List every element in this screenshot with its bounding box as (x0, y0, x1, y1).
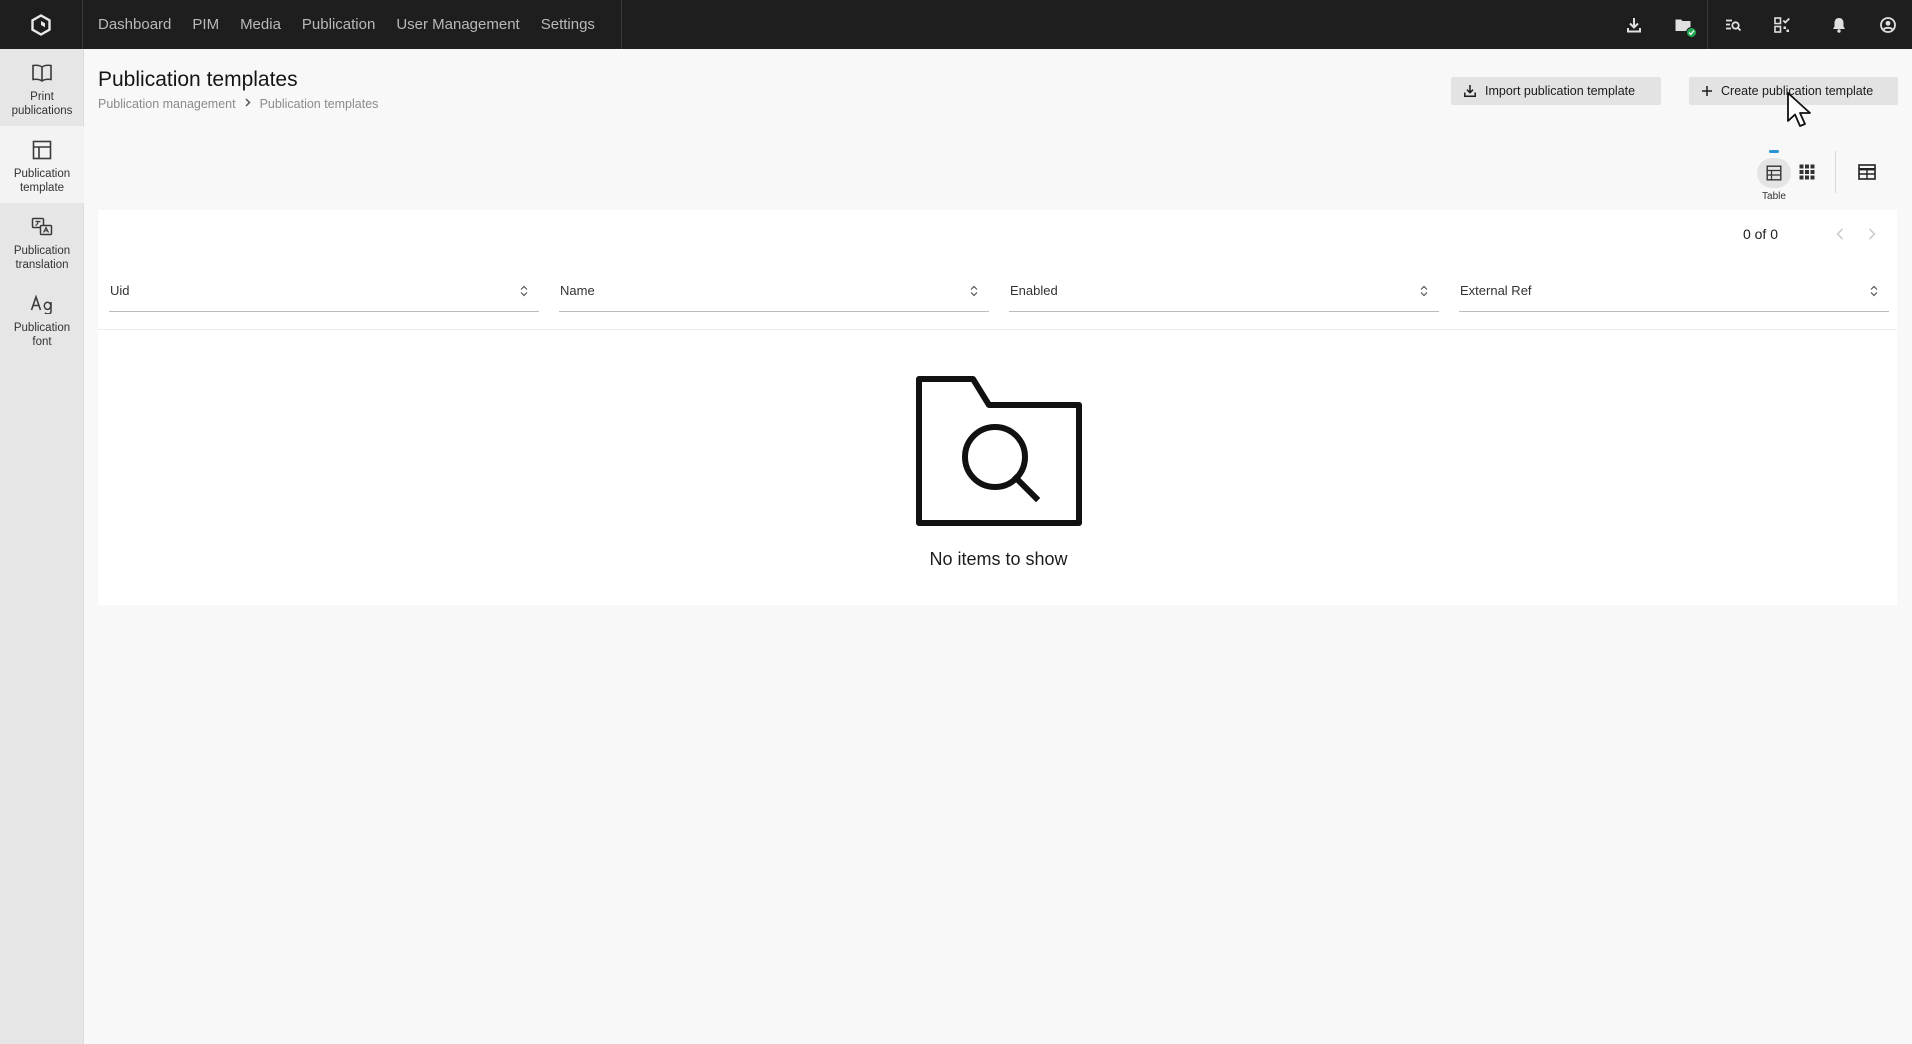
columns-icon (1858, 164, 1876, 180)
sidebar-item-label: Publication template (13, 168, 71, 194)
chevron-left-icon[interactable] (1830, 224, 1850, 244)
table-icon (1766, 165, 1782, 181)
pagination: 0 of 0 (1743, 224, 1882, 244)
top-bar: Dashboard PIM Media Publication User Man… (0, 0, 1912, 49)
sidebar-item-print-publications[interactable]: Print publications (0, 49, 84, 126)
translate-icon (30, 215, 54, 239)
view-switch-divider (1835, 151, 1836, 193)
breadcrumb-link-publication-management[interactable]: Publication management (98, 97, 236, 111)
column-label: Enabled (1010, 283, 1058, 298)
table-header: Uid Name Enabled External Ref (98, 270, 1897, 312)
column-settings-button[interactable] (1853, 158, 1881, 186)
breadcrumb-current: Publication templates (259, 97, 379, 111)
empty-state: No items to show (98, 375, 1897, 570)
sidebar-item-publication-template[interactable]: Publication template (0, 126, 84, 203)
import-publication-template-button[interactable]: Import publication template (1451, 77, 1661, 105)
app-logo[interactable] (0, 0, 83, 49)
sidebar-item-label: Publication font (13, 322, 71, 348)
main-nav: Dashboard PIM Media Publication User Man… (83, 0, 622, 49)
nav-media[interactable]: Media (240, 16, 281, 33)
import-icon (1463, 84, 1477, 98)
bell-icon[interactable] (1814, 0, 1863, 49)
sidebar-item-publication-translation[interactable]: Publication translation (0, 203, 84, 280)
nav-pim[interactable]: PIM (192, 16, 219, 33)
sort-icon (967, 283, 981, 299)
search-list-icon[interactable] (1708, 0, 1757, 49)
import-button-label: Import publication template (1485, 84, 1636, 98)
top-actions (1609, 0, 1912, 49)
empty-state-message: No items to show (929, 549, 1068, 569)
active-view-indicator (1769, 150, 1779, 153)
sidebar-item-label: Print publications (11, 91, 73, 117)
sidebar: Print publications Publication template … (0, 49, 84, 1044)
book-icon (30, 61, 54, 85)
column-label: Uid (110, 283, 130, 298)
column-label: Name (560, 283, 595, 298)
column-header-enabled[interactable]: Enabled (1009, 270, 1439, 312)
sidebar-item-publication-font[interactable]: Publication font (0, 280, 84, 357)
column-label: External Ref (1460, 283, 1532, 298)
status-ok-badge (1686, 27, 1697, 38)
chevron-right-icon (245, 98, 251, 110)
table-view-button[interactable] (1757, 158, 1791, 188)
folder-check-icon[interactable] (1658, 0, 1707, 49)
pagination-count: 0 of 0 (1742, 226, 1778, 242)
create-button-label: Create publication template (1721, 84, 1874, 98)
logo-icon (31, 13, 51, 36)
download-icon[interactable] (1609, 0, 1658, 49)
column-header-external-ref[interactable]: External Ref (1459, 270, 1889, 312)
nav-user-management[interactable]: User Management (396, 16, 519, 33)
qr-check-icon[interactable] (1757, 0, 1806, 49)
sidebar-item-label: Publication translation (13, 245, 71, 271)
sort-icon (517, 283, 531, 299)
create-publication-template-button[interactable]: Create publication template (1689, 77, 1898, 105)
nav-publication[interactable]: Publication (302, 16, 375, 33)
layout-icon (30, 138, 54, 162)
page-title: Publication templates (98, 68, 298, 91)
sort-icon (1867, 283, 1881, 299)
sort-icon (1417, 283, 1431, 299)
chevron-right-icon[interactable] (1862, 224, 1882, 244)
plus-icon (1701, 85, 1713, 97)
font-icon (30, 292, 54, 316)
nav-dashboard[interactable]: Dashboard (98, 16, 171, 33)
table-header-divider (98, 329, 1897, 330)
column-header-name[interactable]: Name (559, 270, 989, 312)
grid-view-button[interactable] (1793, 158, 1821, 186)
grid-icon (1799, 164, 1815, 180)
account-icon[interactable] (1863, 0, 1912, 49)
table-view-label: Table (1762, 191, 1786, 202)
breadcrumb: Publication management Publication templ… (98, 97, 378, 111)
topbar-divider (1806, 0, 1814, 49)
nav-settings[interactable]: Settings (541, 16, 595, 33)
table-card: 0 of 0 Uid Name Enabled External Ref No … (98, 210, 1897, 605)
column-header-uid[interactable]: Uid (109, 270, 539, 312)
folder-search-icon (915, 376, 1082, 526)
